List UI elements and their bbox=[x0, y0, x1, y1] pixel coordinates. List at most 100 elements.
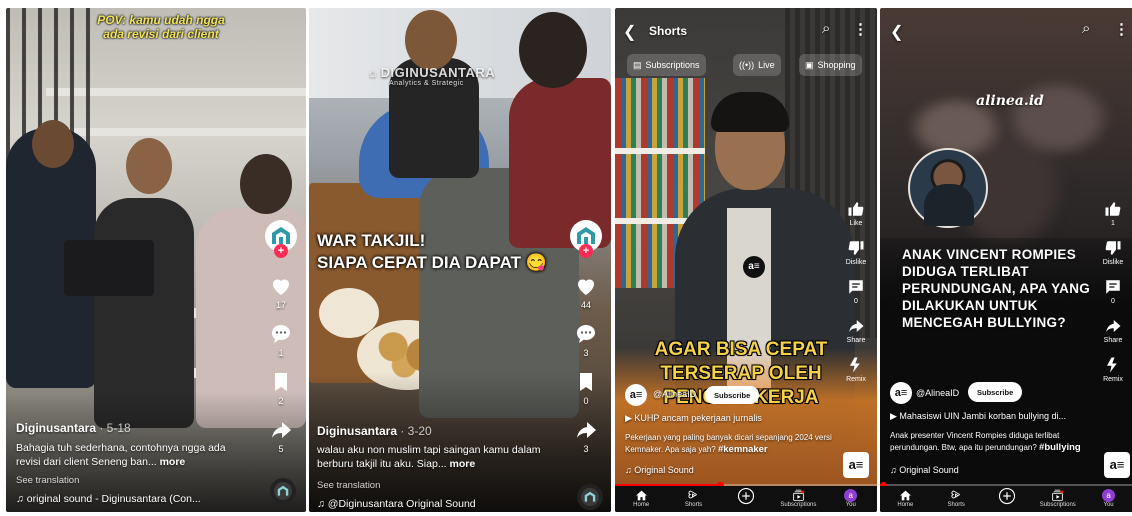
tiktok-video-2[interactable]: ⌂ DIGINUSANTARA Analytics & Strategic WA… bbox=[309, 8, 611, 512]
channel-avatar[interactable]: a≡ bbox=[890, 382, 912, 404]
person-right-head bbox=[519, 12, 587, 88]
share-button[interactable]: 3 bbox=[574, 418, 598, 454]
music-note-icon: ♫ bbox=[625, 465, 635, 475]
video-description[interactable]: walau aku non muslim tapi saingan kamu d… bbox=[317, 443, 549, 471]
sound-thumbnail[interactable]: a≡ bbox=[1104, 452, 1130, 478]
thumbs-up-icon bbox=[1105, 202, 1121, 216]
search-icon[interactable]: ⌕ bbox=[822, 20, 830, 37]
headline-line-1: ANAK VINCENT ROMPIES bbox=[902, 247, 1077, 262]
sound-disc[interactable] bbox=[270, 478, 296, 504]
headline-line-3: PERUNDUNGAN, APA YANG bbox=[902, 281, 1091, 296]
person-middle-head bbox=[126, 138, 172, 194]
like-count: 44 bbox=[580, 300, 591, 310]
nav-create[interactable] bbox=[726, 486, 766, 505]
author-name[interactable]: Diginusantara · 5-18 bbox=[16, 421, 131, 435]
subscribe-button[interactable]: Subscribe bbox=[968, 382, 1023, 402]
sound-row[interactable]: ♫ Original Sound bbox=[890, 465, 959, 475]
back-arrow-icon[interactable]: ❮ bbox=[623, 22, 636, 42]
channel-avatar[interactable]: a≡ bbox=[625, 384, 647, 406]
person-standing-head bbox=[405, 10, 457, 70]
person-left-head bbox=[32, 120, 74, 168]
watermark-logo-icon: ⌂ bbox=[369, 66, 381, 80]
tiktok-video-1[interactable]: POV: kamu udah ngga ada revisi dari clie… bbox=[6, 8, 306, 512]
share-arrow-icon bbox=[577, 422, 596, 438]
post-date: · 5-18 bbox=[96, 421, 131, 435]
chip-shopping[interactable]: ▣ Shopping bbox=[799, 54, 862, 76]
chip-live[interactable]: ((•)) Live bbox=[733, 54, 781, 76]
hashtag-link[interactable]: #bullying bbox=[1039, 442, 1081, 453]
chip-subscriptions[interactable]: ▤ Subscriptions bbox=[627, 54, 706, 76]
nav-shorts[interactable]: Shorts bbox=[936, 486, 976, 508]
nav-subscriptions-label: Subscriptions bbox=[1039, 502, 1076, 508]
related-title: Mahasiswi UIN Jambi korban bullying di..… bbox=[899, 411, 1066, 421]
like-button[interactable]: 44 bbox=[574, 274, 598, 310]
short-description[interactable]: Pekerjaan yang paling banyak dicari sepa… bbox=[625, 432, 835, 456]
nav-home[interactable]: Home bbox=[621, 486, 661, 508]
save-button[interactable]: 0 bbox=[574, 370, 598, 406]
nav-shorts-label: Shorts bbox=[947, 502, 965, 508]
video-description[interactable]: Bahagia tuh sederhana, contohnya ngga ad… bbox=[16, 441, 234, 469]
related-video-link[interactable]: ▶ KUHP ancam pekerjaan jurnalis bbox=[625, 413, 762, 424]
author-label: Diginusantara bbox=[16, 421, 97, 435]
search-icon[interactable]: ⌕ bbox=[1082, 20, 1090, 37]
youtube-short-2[interactable]: ❮ ⌕ ⋮ alinea.id ANAK VINCENT ROMPIES DID… bbox=[880, 8, 1132, 512]
clip-mic-badge: a≡ bbox=[743, 256, 765, 278]
youtube-short-1[interactable]: a≡ ❮ Shorts ⌕ ⋮ ▤ Subscriptions ((•)) Live… bbox=[615, 8, 877, 512]
remix-icon bbox=[1107, 357, 1117, 373]
nav-subscriptions[interactable]: Subscriptions bbox=[1038, 486, 1078, 508]
like-button[interactable]: 17 bbox=[269, 274, 293, 310]
sound-disc[interactable] bbox=[577, 484, 603, 510]
related-video-link[interactable]: ▶ Mahasiswi UIN Jambi korban bullying di… bbox=[890, 411, 1066, 422]
nav-you[interactable]: a You bbox=[1089, 486, 1129, 508]
sound-row[interactable]: ♫ Original Sound bbox=[625, 465, 694, 475]
sound-thumbnail[interactable]: a≡ bbox=[843, 452, 869, 478]
see-translation-link[interactable]: See translation bbox=[16, 475, 79, 486]
dislike-button[interactable]: Dislike bbox=[846, 239, 866, 266]
share-button[interactable]: 5 bbox=[269, 418, 293, 454]
comment-button[interactable]: 1 bbox=[269, 322, 293, 358]
channel-handle[interactable]: @AlineaID bbox=[916, 388, 959, 398]
comment-button[interactable]: 3 bbox=[574, 322, 598, 358]
dislike-button[interactable]: Dislike bbox=[1103, 239, 1123, 266]
music-note-icon: ♫ bbox=[317, 498, 328, 510]
action-rail: 1 Dislike 0 Share Remix bbox=[1096, 200, 1130, 395]
subscribe-button[interactable]: Subscribe bbox=[705, 386, 760, 404]
creator-avatar[interactable]: + bbox=[265, 220, 297, 258]
creator-avatar[interactable]: + bbox=[570, 220, 602, 258]
share-button[interactable]: Share bbox=[1103, 317, 1123, 344]
see-translation-link[interactable]: See translation bbox=[317, 480, 380, 491]
more-link[interactable]: more bbox=[450, 458, 476, 470]
shorts-title: Shorts bbox=[649, 24, 688, 38]
back-arrow-icon[interactable]: ❮ bbox=[890, 22, 903, 42]
action-rail: + 44 3 0 3 bbox=[569, 220, 603, 466]
like-button[interactable]: Like bbox=[847, 200, 865, 227]
sound-row[interactable]: ♫ original sound - Diginusantara (Con... bbox=[16, 493, 201, 505]
share-label: Share bbox=[1103, 337, 1123, 344]
comment-icon bbox=[577, 325, 595, 343]
channel-handle[interactable]: @AlineaID bbox=[653, 389, 696, 399]
comment-button[interactable]: 0 bbox=[1104, 278, 1122, 305]
author-name[interactable]: Diginusantara · 3-20 bbox=[317, 424, 432, 438]
more-vert-icon[interactable]: ⋮ bbox=[853, 20, 868, 38]
more-vert-icon[interactable]: ⋮ bbox=[1114, 20, 1129, 38]
nav-you[interactable]: a You bbox=[831, 486, 871, 508]
hashtag-link[interactable]: #kemnaker bbox=[718, 444, 768, 455]
more-link[interactable]: more bbox=[160, 456, 186, 468]
nav-create[interactable] bbox=[987, 486, 1027, 505]
follow-plus-icon[interactable]: + bbox=[274, 244, 288, 258]
save-button[interactable]: 2 bbox=[269, 370, 293, 406]
sound-row[interactable]: ♫ @Diginusantara Original Sound bbox=[317, 498, 476, 510]
like-button[interactable]: 1 bbox=[1104, 200, 1122, 227]
comment-button[interactable]: 0 bbox=[847, 278, 865, 305]
short-description[interactable]: Anak presenter Vincent Rompies diduga te… bbox=[890, 430, 1100, 454]
add-circle-icon bbox=[998, 487, 1016, 505]
shorts-icon bbox=[951, 490, 960, 499]
sound-disc-logo-icon bbox=[584, 491, 596, 502]
follow-plus-icon[interactable]: + bbox=[579, 244, 593, 258]
nav-subscriptions[interactable]: Subscriptions bbox=[778, 486, 818, 508]
live-icon: ((•)) bbox=[739, 60, 755, 70]
nav-home[interactable]: Home bbox=[885, 486, 925, 508]
remix-button[interactable]: Remix bbox=[1103, 356, 1123, 383]
share-count: 3 bbox=[583, 444, 589, 454]
nav-shorts[interactable]: Shorts bbox=[674, 486, 714, 508]
